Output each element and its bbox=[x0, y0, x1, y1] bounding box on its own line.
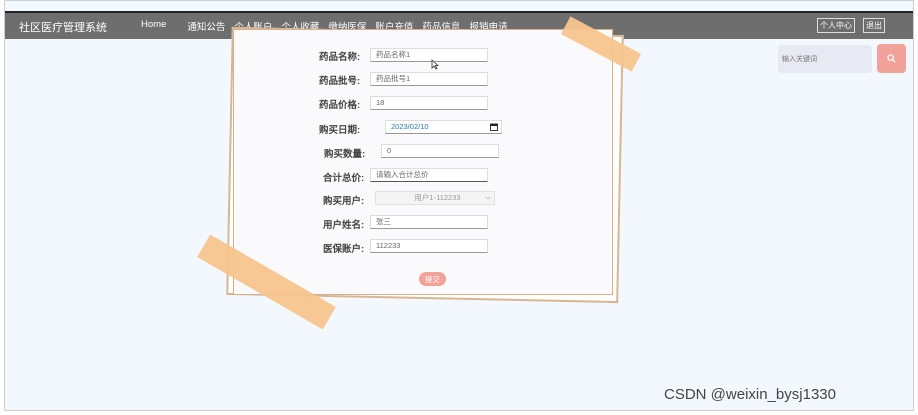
nav-home[interactable]: Home bbox=[141, 19, 166, 33]
purchase-user-select: 用户1-112233 bbox=[375, 191, 495, 205]
label-quantity: 购买数量: bbox=[324, 149, 366, 160]
label-batch-number: 药品批号: bbox=[319, 76, 361, 87]
label-insurance-account: 医保账户: bbox=[323, 244, 365, 255]
user-name-field[interactable]: 张三 bbox=[370, 215, 488, 229]
batch-number-field[interactable]: 药品批号1 bbox=[370, 72, 488, 86]
search-icon bbox=[887, 54, 896, 63]
mouse-cursor-icon bbox=[431, 59, 439, 70]
insurance-account-field[interactable]: 112233 bbox=[370, 239, 488, 253]
calendar-icon[interactable] bbox=[490, 123, 498, 131]
total-price-field[interactable]: 请输入合计总价 bbox=[370, 168, 488, 182]
purchase-user-value: 用户1-112233 bbox=[414, 193, 461, 202]
label-purchase-user: 购买用户: bbox=[323, 196, 365, 207]
nav-notices[interactable]: 通知公告 bbox=[187, 19, 225, 33]
csdn-watermark: CSDN @weixin_bysj1330 bbox=[664, 386, 836, 403]
search-input[interactable] bbox=[778, 45, 872, 73]
chevron-down-icon bbox=[485, 196, 491, 200]
site-brand[interactable]: 社区医疗管理系统 bbox=[19, 19, 107, 35]
purchase-date-value: 2023/02/10 bbox=[391, 122, 429, 131]
search-button[interactable] bbox=[877, 44, 906, 73]
logout-button[interactable]: 退出 bbox=[863, 18, 885, 33]
medicine-name-field[interactable]: 药品名称1 bbox=[370, 48, 488, 62]
label-price: 药品价格: bbox=[319, 100, 361, 111]
form-paper bbox=[233, 29, 613, 295]
submit-button[interactable]: 提交 bbox=[419, 272, 446, 286]
label-user-name: 用户姓名: bbox=[323, 220, 365, 231]
price-field[interactable]: 18 bbox=[370, 96, 488, 110]
quantity-field[interactable]: 0 bbox=[381, 144, 499, 158]
label-medicine-name: 药品名称: bbox=[319, 52, 361, 63]
browser-viewport: 社区医疗管理系统 Home 通知公告 个人账户 个人收藏 缴纳医保 账户充值 药… bbox=[4, 0, 914, 411]
label-purchase-date: 购买日期: bbox=[319, 125, 361, 136]
user-center-button[interactable]: 个人中心 bbox=[817, 18, 855, 33]
label-total-price: 合计总价: bbox=[323, 173, 365, 184]
purchase-date-field[interactable]: 2023/02/10 bbox=[385, 120, 502, 134]
user-actions: 个人中心 退出 bbox=[817, 18, 885, 33]
